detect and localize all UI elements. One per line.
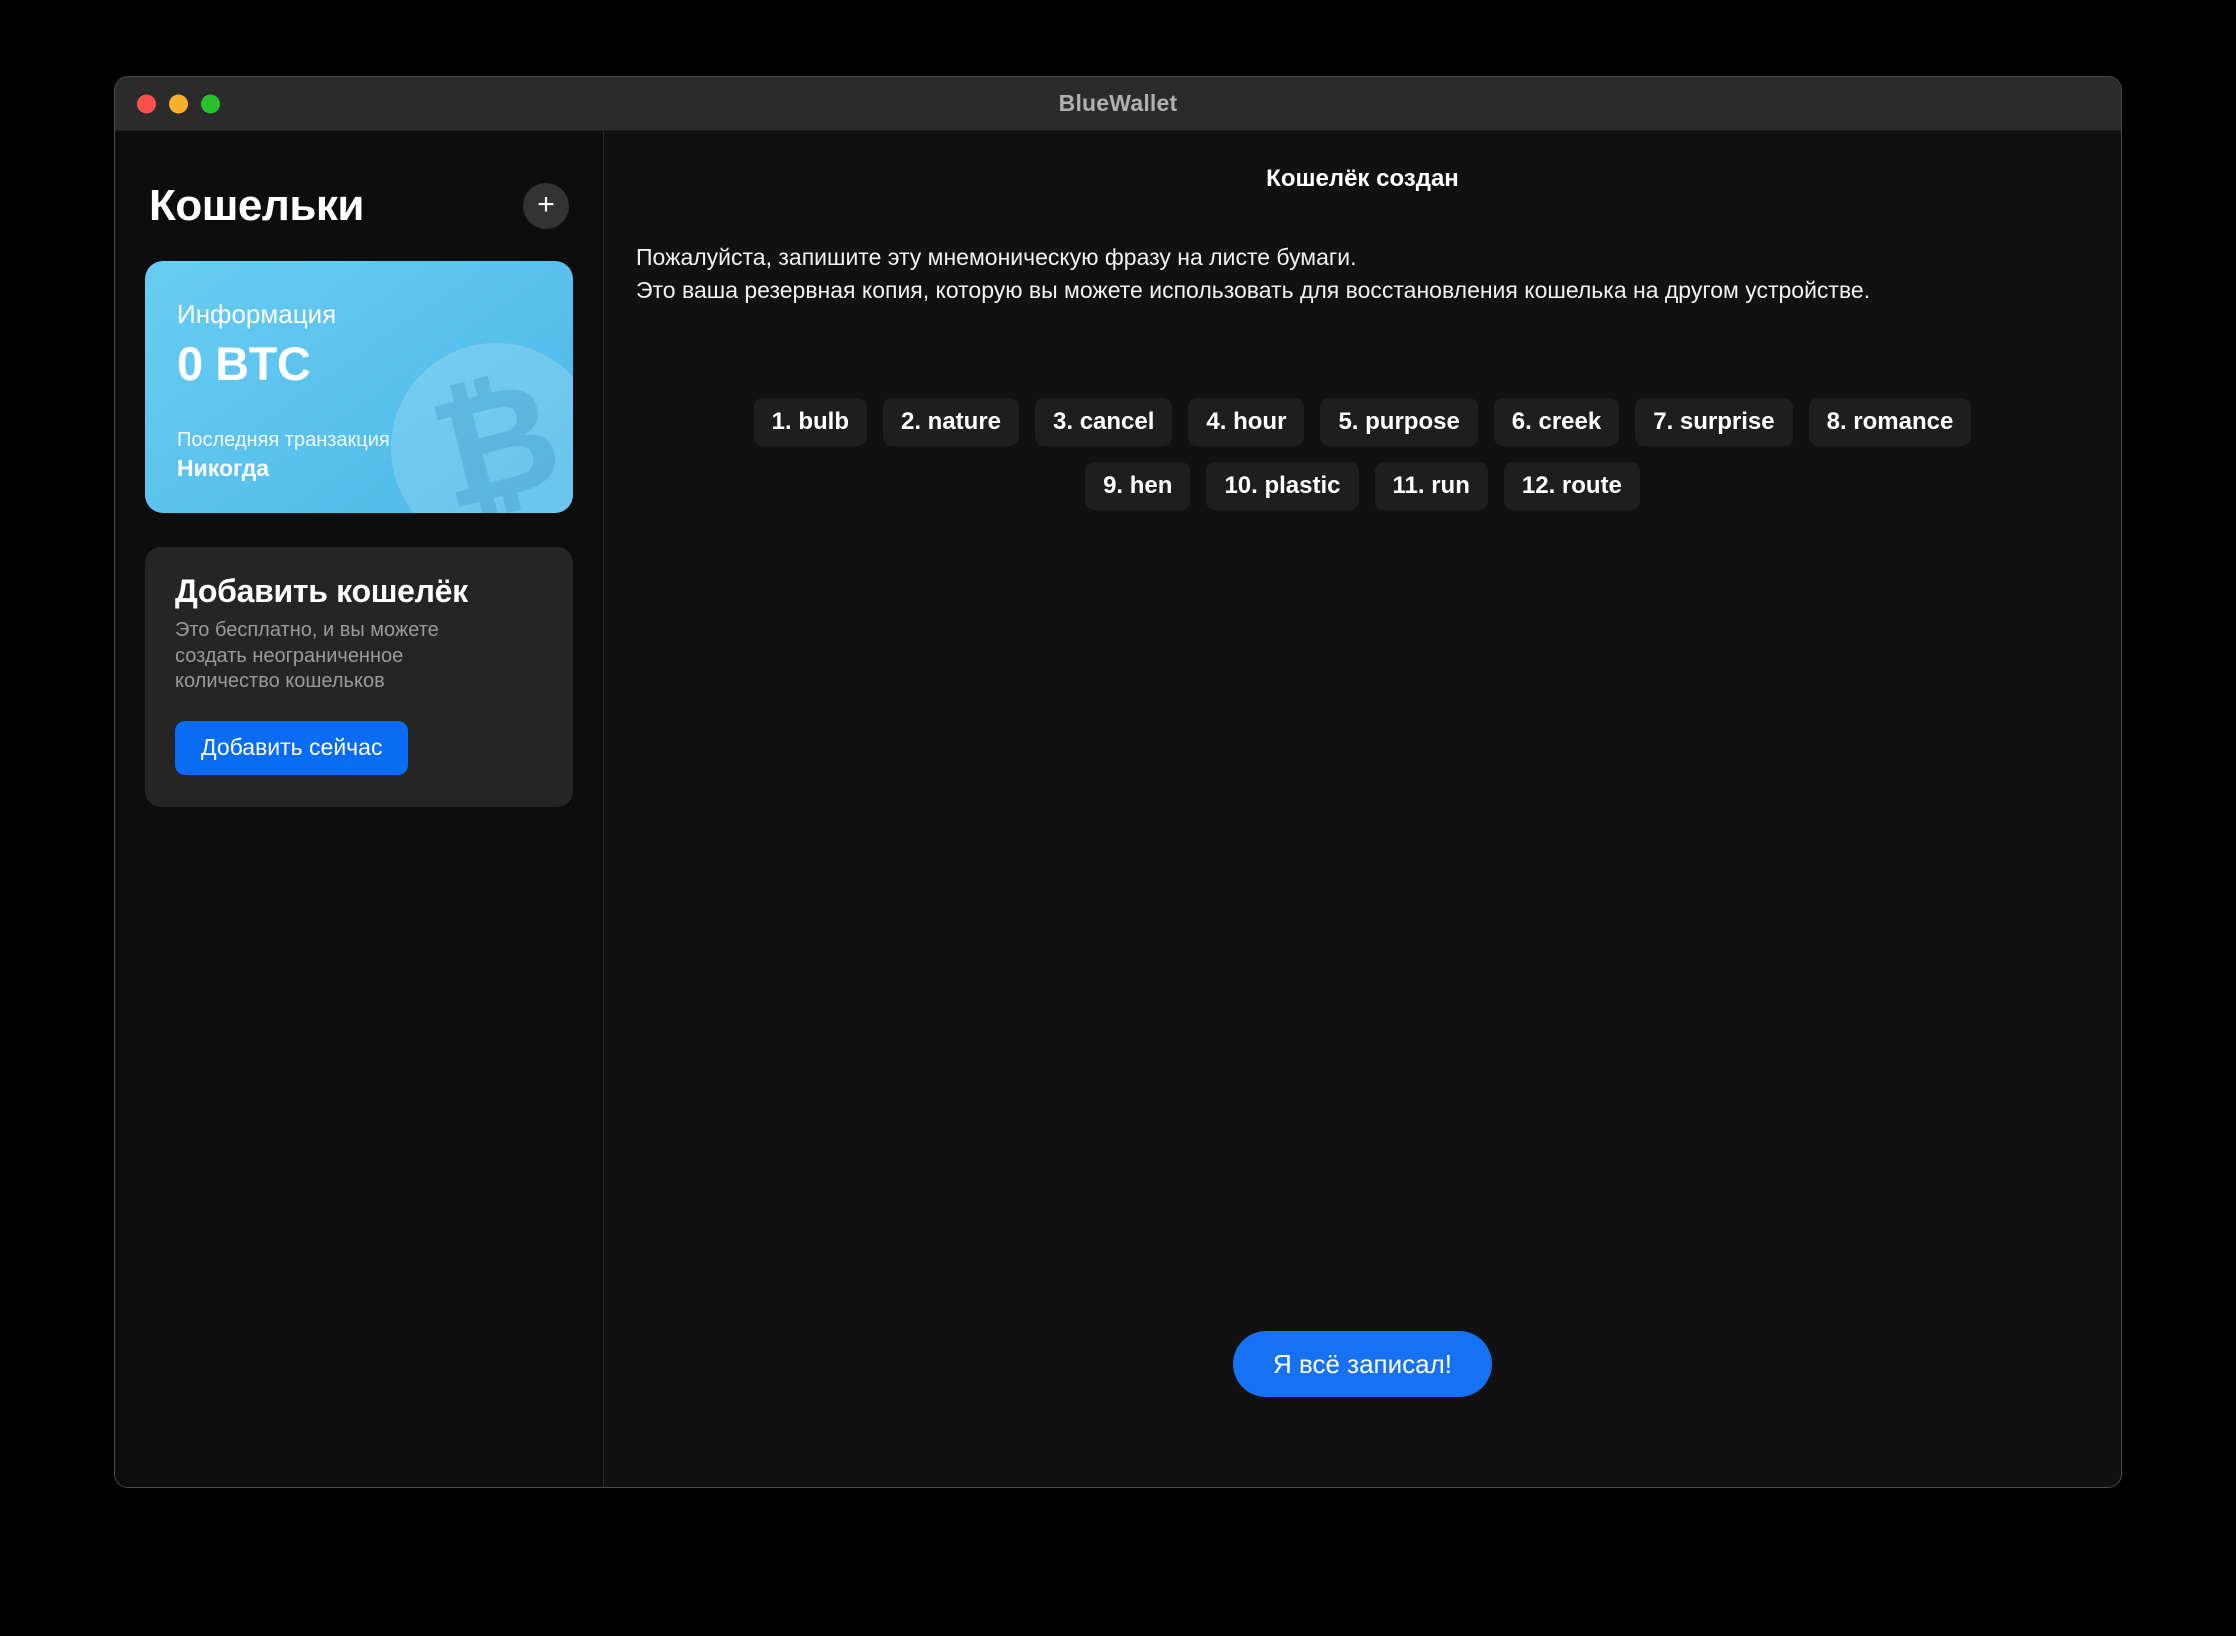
app-window: BlueWallet Кошельки + ₿ Информация 0 BTC… xyxy=(114,76,2122,1488)
main-content: Кошелёк создан Пожалуйста, запишите эту … xyxy=(604,131,2121,1487)
last-transaction-label: Последняя транзакция xyxy=(177,429,390,451)
window-controls xyxy=(137,94,220,113)
mnemonic-word-4[interactable]: 4. hour xyxy=(1188,398,1305,447)
wallet-card[interactable]: ₿ Информация 0 BTC Последняя транзакция … xyxy=(145,261,573,513)
mnemonic-word-5[interactable]: 5. purpose xyxy=(1320,398,1478,447)
plus-icon: + xyxy=(537,187,555,221)
description-block: Пожалуйста, запишите эту мнемоническую ф… xyxy=(636,241,2089,306)
page-title: Кошелёк создан xyxy=(1266,165,1459,192)
minimize-button[interactable] xyxy=(169,94,188,113)
mnemonic-word-7[interactable]: 7. surprise xyxy=(1635,398,1793,447)
add-wallet-icon-button[interactable]: + xyxy=(523,183,569,229)
wallet-name: Информация xyxy=(177,299,337,329)
window-title: BlueWallet xyxy=(1058,90,1178,116)
sidebar-header: Кошельки + xyxy=(145,131,573,253)
close-button[interactable] xyxy=(137,94,156,113)
sidebar: Кошельки + ₿ Информация 0 BTC Последняя … xyxy=(115,131,604,1487)
add-wallet-title: Добавить кошелёк xyxy=(175,573,468,609)
sidebar-title: Кошельки xyxy=(149,181,364,230)
mnemonic-word-6[interactable]: 6. creek xyxy=(1493,398,1620,447)
add-now-button[interactable]: Добавить сейчас xyxy=(175,720,409,775)
mnemonic-word-2[interactable]: 2. nature xyxy=(882,398,1020,447)
mnemonic-word-8[interactable]: 8. romance xyxy=(1808,398,1972,447)
maximize-button[interactable] xyxy=(201,94,220,113)
mnemonic-word-10[interactable]: 10. plastic xyxy=(1206,462,1359,511)
mnemonic-list: 1. bulb 2. nature 3. cancel 4. hour 5. purpo… xyxy=(718,398,2008,511)
mnemonic-word-9[interactable]: 9. hen xyxy=(1085,462,1191,511)
mnemonic-word-3[interactable]: 3. cancel xyxy=(1035,398,1173,447)
confirm-area: Я всё записал! xyxy=(636,1331,2089,1397)
add-wallet-description: Это бесплатно, и вы можете создать неогр… xyxy=(175,619,439,693)
title-bar: BlueWallet xyxy=(115,77,2121,131)
last-transaction-value: Никогда xyxy=(177,455,270,481)
window-body: Кошельки + ₿ Информация 0 BTC Последняя … xyxy=(115,131,2121,1487)
description-line-2: Это ваша резервная копия, которую вы мож… xyxy=(636,276,1871,303)
wallet-balance: 0 BTC xyxy=(177,337,311,390)
mnemonic-word-11[interactable]: 11. run xyxy=(1374,462,1488,511)
description-line-1: Пожалуйста, запишите эту мнемоническую ф… xyxy=(636,244,1357,270)
add-wallet-card: Добавить кошелёк Это бесплатно, и вы мож… xyxy=(145,547,573,807)
confirm-written-down-button[interactable]: Я всё записал! xyxy=(1232,1331,1493,1397)
mnemonic-word-1[interactable]: 1. bulb xyxy=(753,398,867,447)
mnemonic-word-12[interactable]: 12. route xyxy=(1503,462,1640,511)
